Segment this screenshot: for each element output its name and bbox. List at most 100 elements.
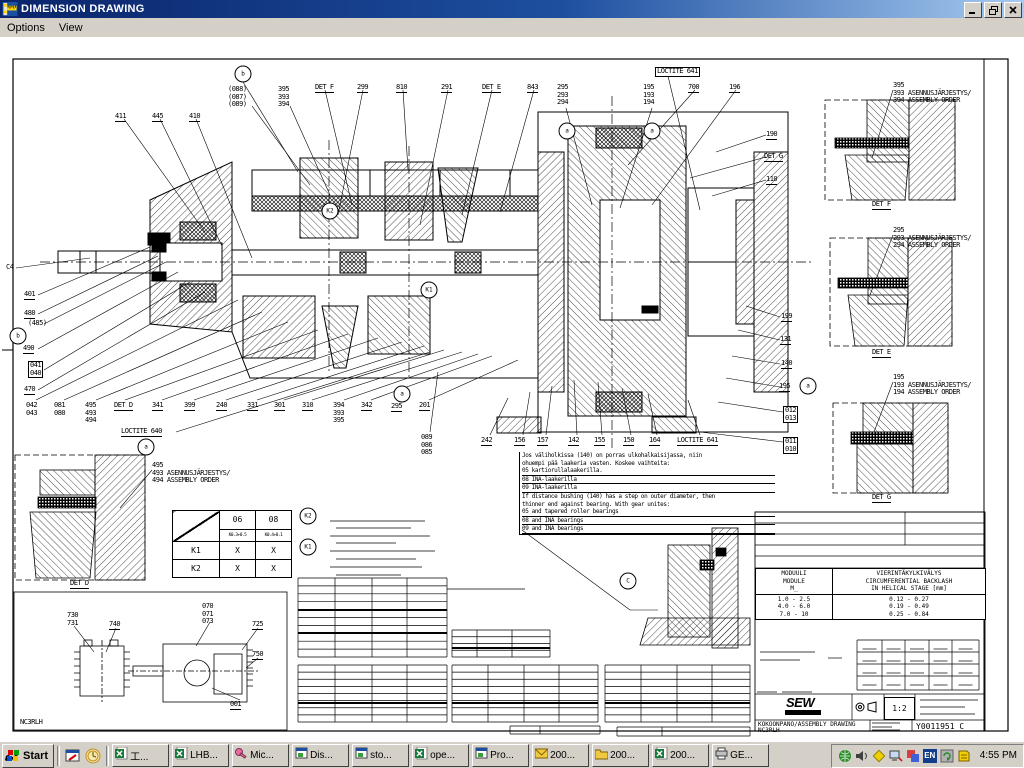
taskbar: Start 工... LHB... Mic... Dis... sto... ope...…: [0, 741, 1024, 768]
app-icon: [2, 2, 18, 17]
taskbar-button[interactable]: Mic...: [232, 744, 289, 767]
scheduler-icon[interactable]: [940, 749, 954, 763]
minimize-button[interactable]: [964, 2, 982, 18]
module-header: MODUULI MODULE M_: [756, 569, 833, 595]
part-callout: 490: [23, 345, 34, 354]
part-callout: 810: [396, 84, 407, 93]
k-table-subcol: K0.4+0.1: [256, 530, 292, 542]
taskbar-button-label: 工...: [130, 748, 148, 763]
taskbar-button[interactable]: LHB...: [172, 744, 229, 767]
restore-button[interactable]: [984, 2, 1002, 18]
part-callout: 042 043: [26, 402, 37, 417]
folder-icon: [595, 747, 608, 765]
note-line: Jos väliholkissa (140) on porras ulkohal…: [522, 452, 775, 460]
antivirus-icon[interactable]: [838, 749, 852, 763]
taskbar-button[interactable]: ope...: [412, 744, 469, 767]
part-callout: 041 040: [28, 361, 43, 378]
screen: (088) (087) (089)395 393 394DET F2998102…: [0, 0, 1024, 768]
taskbar-button[interactable]: sto...: [352, 744, 409, 767]
part-callout: 199: [781, 313, 792, 322]
volume-icon[interactable]: [855, 749, 869, 763]
part-callout: 395 393 394: [278, 86, 289, 109]
key-icon: [235, 747, 248, 765]
taskbar-button[interactable]: 工...: [112, 744, 169, 767]
quicklaunch-app-icon[interactable]: [63, 746, 83, 766]
part-callout: 089 086 085: [421, 434, 432, 457]
part-callout: 331: [247, 402, 258, 411]
part-callout: NC3RLH: [20, 719, 42, 727]
datum-circle-k2: K2: [322, 203, 339, 220]
part-callout: LOCTITE 640: [121, 428, 162, 437]
backlash-header: VIERINTÄKYLKIVÄLYS CIRCUMFERENTIAL BACKL…: [833, 569, 986, 595]
part-callout: 410: [189, 113, 200, 122]
excel-icon: [415, 747, 428, 765]
part-callout: 070 071 073: [202, 603, 213, 626]
part-callout: 195 193 194: [643, 84, 654, 107]
part-callout: 164: [649, 437, 660, 446]
display-settings-icon[interactable]: [906, 749, 920, 763]
part-callout: 155: [594, 437, 605, 446]
datum-circle-a: a: [138, 439, 155, 456]
drawing-canvas: [0, 37, 1024, 741]
part-callout: 342: [361, 402, 372, 411]
network-icon[interactable]: [889, 749, 903, 763]
part-callout: 401: [24, 291, 35, 300]
datum-circle-k1: K1: [421, 282, 438, 299]
taskbar-button[interactable]: 200...: [532, 744, 589, 767]
window-title: DIMENSION DRAWING: [21, 3, 145, 15]
part-callout: 299: [357, 84, 368, 93]
datum-circle-a: a: [800, 378, 817, 395]
quick-launch: [63, 746, 103, 766]
part-callout: LOCTITE 641: [677, 437, 718, 446]
part-callout: 150: [623, 437, 634, 446]
part-callout: 740: [109, 621, 120, 630]
note-line: If distance bushing (140) has a step on …: [522, 493, 775, 501]
close-button[interactable]: [1004, 2, 1022, 18]
menu-item-view[interactable]: View: [52, 20, 90, 36]
k-table-col: 08: [256, 511, 292, 530]
part-callout: 295: [391, 403, 402, 412]
organizer-icon[interactable]: [957, 749, 971, 763]
part-callout: 310: [302, 402, 313, 411]
k-table-mark: X: [256, 560, 292, 578]
part-callout: 341: [152, 402, 163, 411]
taskbar-button-label: sto...: [370, 750, 392, 761]
part-callout: 843: [527, 84, 538, 93]
mail-icon: [535, 747, 548, 765]
part-callout: 242: [481, 437, 492, 446]
windows-logo-icon: [5, 749, 21, 763]
window-icon: [475, 747, 488, 765]
menu-item-options[interactable]: Options: [0, 20, 52, 36]
part-callout: 012 013: [783, 406, 798, 423]
taskbar-button[interactable]: 200...: [592, 744, 649, 767]
part-callout: 495 493 ASENNUSJÄRJESTYS/ 494 ASSEMBLY O…: [152, 462, 230, 485]
part-callout: LOCTITE 641: [655, 67, 700, 77]
note-line: 08 INA-laakerilla: [522, 476, 775, 485]
taskbar-button[interactable]: Dis...: [292, 744, 349, 767]
status-diamond-icon[interactable]: [872, 749, 886, 763]
notes-block: Jos väliholkissa (140) on porras ulkohal…: [519, 452, 775, 535]
taskbar-button[interactable]: Pro...: [472, 744, 529, 767]
part-callout: DET F: [872, 201, 891, 210]
taskbar-button[interactable]: GE...: [712, 744, 769, 767]
taskbar-button[interactable]: 200...: [652, 744, 709, 767]
taskbar-clock: 4:55 PM: [980, 750, 1017, 761]
lang-en-badge[interactable]: EN: [923, 749, 937, 763]
part-callout: 201: [419, 402, 430, 411]
note-line: 08 and INA bearings: [522, 517, 775, 526]
part-callout: 110: [766, 176, 777, 185]
quicklaunch-clock-icon[interactable]: [83, 746, 103, 766]
excel-icon: [175, 747, 188, 765]
part-callout: DET G: [872, 494, 891, 503]
start-button[interactable]: Start: [2, 744, 54, 768]
part-callout: (485): [28, 320, 47, 328]
part-callout: DET E: [482, 84, 501, 93]
taskbar-button-label: LHB...: [190, 750, 218, 761]
k-table-row-label: K2: [173, 560, 220, 578]
note-line: 05 kartiorullalaakerilla.: [522, 467, 775, 476]
backlash-table: MODUULI MODULE M_VIERINTÄKYLKIVÄLYS CIRC…: [755, 568, 986, 620]
datum-circle-c: C: [620, 573, 637, 590]
taskbar-button-label: Dis...: [310, 750, 333, 761]
window-icon: [355, 747, 368, 765]
part-callout: 190: [766, 131, 777, 140]
